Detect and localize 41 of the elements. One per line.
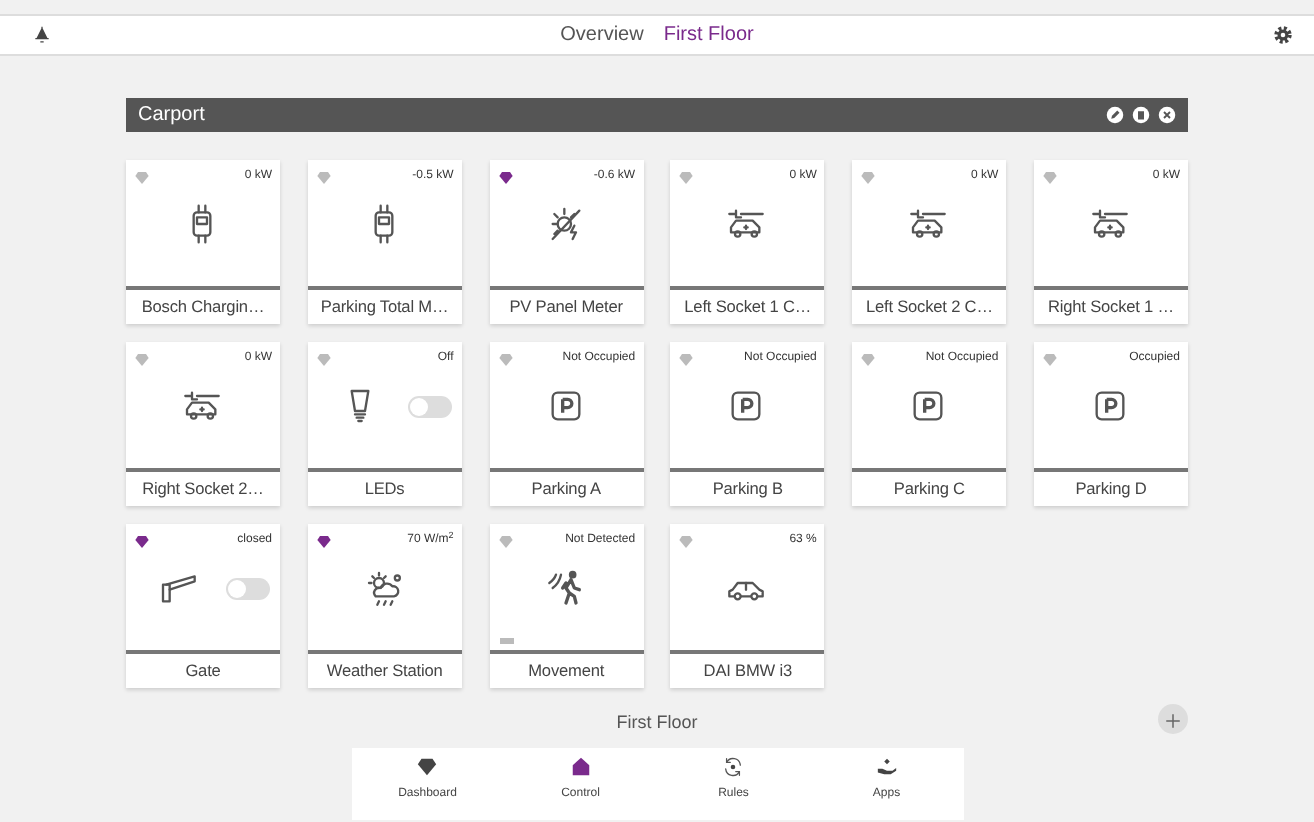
tile-name: Bosch Chargin… [126,286,280,324]
tile-name: Movement [489,650,644,688]
toggle-switch[interactable] [407,396,452,418]
electric-car-icon [1089,204,1130,244]
weather-icon [363,568,404,608]
walking-person-icon [545,568,586,608]
tile-name: Parking B [670,468,825,506]
sync-icon [722,756,745,778]
electric-car-icon [726,204,767,244]
parking-sign-icon [908,386,949,426]
tab[interactable]: First Floor [653,16,764,54]
tile-name: Right Socket 1 … [1033,286,1188,324]
floor-label: First Floor [616,712,698,732]
edit-icon[interactable] [1106,106,1124,124]
tab[interactable]: Overview [550,16,654,54]
tile-name: Right Socket 2… [126,468,280,506]
tile-name: Parking C [852,468,1007,506]
tile-name: Parking A [489,468,644,506]
delete-icon[interactable] [1132,106,1150,124]
tile-name: Left Socket 2 C… [852,286,1007,324]
plus-icon [1164,711,1182,730]
add-button[interactable] [1158,704,1188,734]
tile-name: Gate [126,650,280,688]
parking-sign-icon [726,386,767,426]
tile-name: Parking Total M… [307,286,462,324]
tile-name: Left Socket 1 C… [670,286,825,324]
tile-name: Weather Station [307,650,462,688]
tile-name: Parking D [1033,468,1188,506]
house-icon [569,756,592,778]
electric-car-icon [182,386,222,426]
bell-icon[interactable] [32,24,52,48]
toggle-switch[interactable] [226,578,270,600]
close-icon[interactable] [1158,106,1176,124]
hand-icon [875,756,898,778]
gem-icon [416,756,439,778]
tile-name: LEDs [307,468,462,506]
tile-name: PV Panel Meter [489,286,644,324]
tile-name: DAI BMW i3 [670,650,825,688]
group-title: Carport [138,102,205,130]
electric-car-icon [908,204,949,244]
settings-icon[interactable] [1272,24,1294,46]
